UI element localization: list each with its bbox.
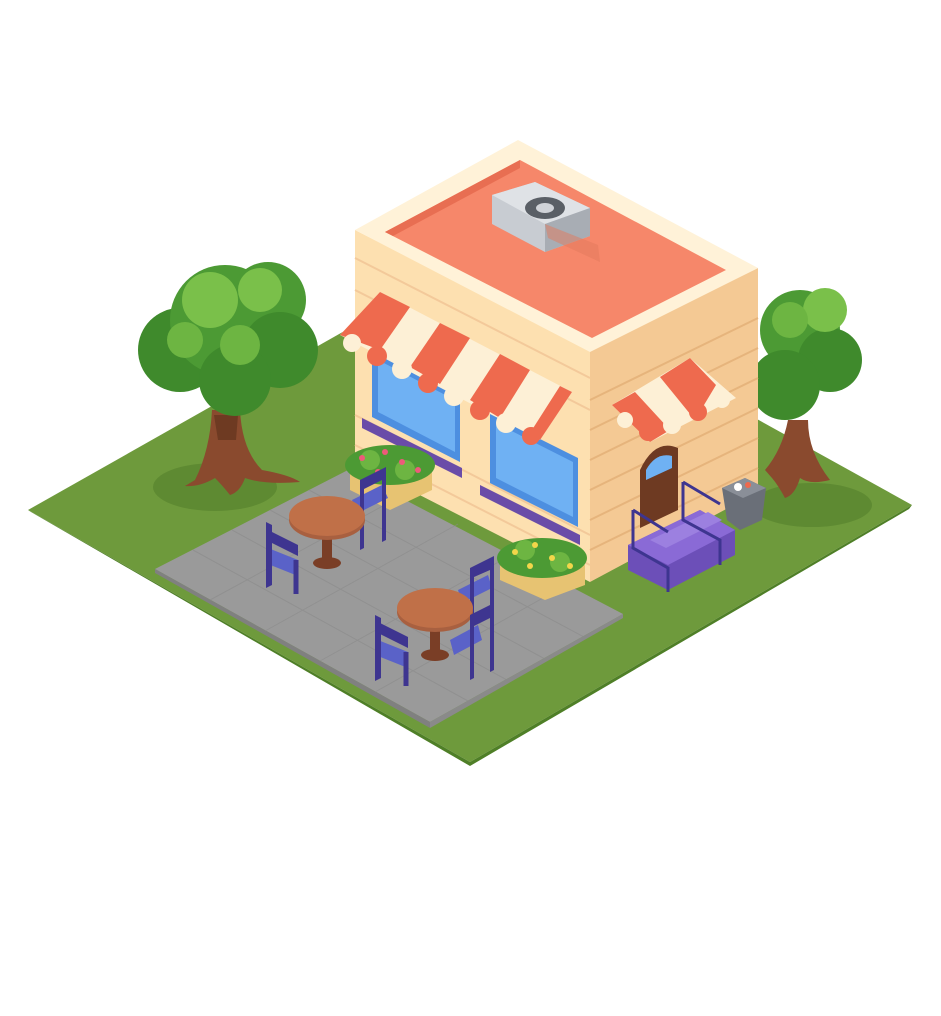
- isometric-cafe-scene: [28, 140, 912, 766]
